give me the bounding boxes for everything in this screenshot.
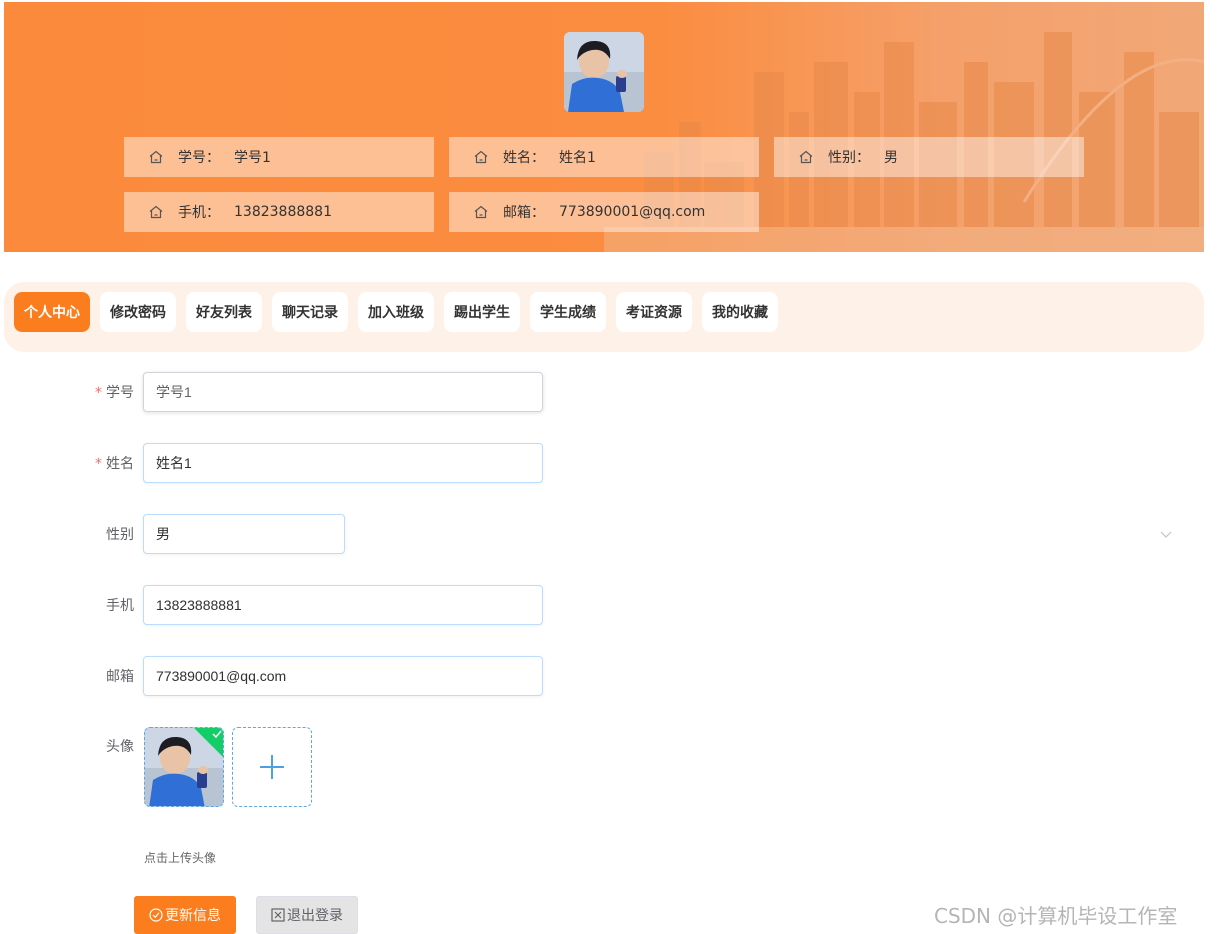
tab-chat-history[interactable]: 聊天记录	[272, 292, 348, 332]
tab-kick-student[interactable]: 踢出学生	[444, 292, 520, 332]
info-card-value: 学号1	[234, 150, 271, 166]
email-input[interactable]: 773890001@qq.com	[143, 656, 543, 696]
tab-change-password[interactable]: 修改密码	[100, 292, 176, 332]
info-card-label: 手机：	[178, 205, 220, 221]
avatar-upload-button[interactable]	[232, 727, 312, 807]
required-mark: *	[95, 385, 102, 401]
info-card-value: 773890001@qq.com	[559, 204, 706, 220]
student-id-input[interactable]: 学号1	[143, 372, 543, 412]
gender-select[interactable]: 男	[143, 514, 345, 554]
tab-join-class[interactable]: 加入班级	[358, 292, 434, 332]
tab-personal-center[interactable]: 个人中心	[14, 292, 90, 332]
banner-avatar	[564, 32, 644, 112]
home-outline-icon	[799, 150, 813, 164]
info-card-value: 男	[884, 150, 898, 166]
square-close-icon	[271, 908, 285, 922]
home-outline-icon	[474, 150, 488, 164]
tab-my-favorites[interactable]: 我的收藏	[702, 292, 778, 332]
watermark: CSDN @计算机毕设工作室	[934, 904, 1178, 928]
circle-check-icon	[149, 908, 163, 922]
phone-label: 手机	[106, 598, 134, 614]
name-label: * 姓名	[95, 456, 134, 472]
info-card-label: 邮箱：	[503, 205, 545, 221]
home-outline-icon	[149, 205, 163, 219]
info-card-name: 姓名： 姓名1	[449, 137, 759, 177]
logout-button[interactable]: 退出登录	[256, 896, 358, 934]
update-info-label: 更新信息	[165, 908, 221, 924]
check-icon	[212, 730, 222, 739]
info-card-phone: 手机： 13823888881	[124, 192, 434, 232]
plus-icon	[260, 755, 284, 779]
tab-friend-list[interactable]: 好友列表	[186, 292, 262, 332]
info-card-label: 性别：	[828, 150, 870, 166]
profile-banner: 学号： 学号1 姓名： 姓名1 性别： 男 手机： 13823888881 邮箱…	[4, 2, 1204, 252]
center-tab-bar: 个人中心 修改密码 好友列表 聊天记录 加入班级 踢出学生 学生成绩 考证资源 …	[4, 282, 1204, 352]
info-card-label: 学号：	[178, 150, 220, 166]
uploaded-avatar-thumbnail[interactable]	[144, 727, 224, 807]
info-card-label: 姓名：	[503, 150, 545, 166]
home-outline-icon	[474, 205, 488, 219]
info-card-gender: 性别： 男	[774, 137, 1084, 177]
avatar-upload-hint: 点击上传头像	[144, 851, 217, 865]
student-id-label: * 学号	[95, 385, 134, 401]
tab-certificate-resources[interactable]: 考证资源	[616, 292, 692, 332]
info-card-value: 13823888881	[234, 204, 332, 220]
name-input[interactable]: 姓名1	[143, 443, 543, 483]
tab-student-grades[interactable]: 学生成绩	[530, 292, 606, 332]
gender-label: 性别	[106, 527, 134, 543]
phone-input[interactable]: 13823888881	[143, 585, 543, 625]
info-card-value: 姓名1	[559, 150, 596, 166]
required-mark: *	[95, 456, 102, 472]
update-info-button[interactable]: 更新信息	[134, 896, 236, 934]
info-card-email: 邮箱： 773890001@qq.com	[449, 192, 759, 232]
info-card-student-id: 学号： 学号1	[124, 137, 434, 177]
avatar-label: 头像	[106, 739, 134, 755]
email-label: 邮箱	[106, 669, 134, 685]
logout-label: 退出登录	[287, 908, 343, 924]
chevron-down-icon[interactable]	[1160, 528, 1172, 540]
home-outline-icon	[149, 150, 163, 164]
